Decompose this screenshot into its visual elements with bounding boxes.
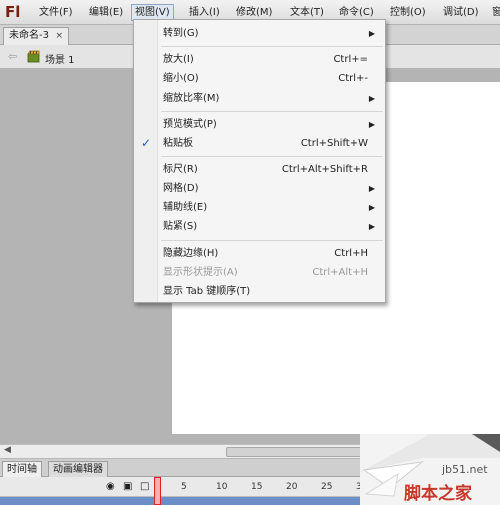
menu-item-label: 转到(G) xyxy=(163,28,199,39)
menu-item-shortcut: Ctrl+- xyxy=(338,73,368,84)
menu-file[interactable]: 文件(F) xyxy=(36,4,76,21)
menu-item-guides[interactable]: 辅助线(E) ▶ xyxy=(134,198,385,217)
submenu-arrow-icon: ▶ xyxy=(368,184,375,193)
menu-item-label: 显示 Tab 键顺序(T) xyxy=(163,286,251,297)
submenu-arrow-icon: ▶ xyxy=(368,29,375,38)
app-logo: Fl xyxy=(5,3,21,21)
menu-item-grid[interactable]: 网格(D) ▶ xyxy=(134,179,385,198)
menu-item-shortcut: Ctrl+= xyxy=(333,54,368,65)
document-tab[interactable]: 未命名-3 × xyxy=(3,27,69,45)
menu-item-pasteboard[interactable]: ✓ 粘贴板 Ctrl+Shift+W xyxy=(134,134,385,153)
menu-item-label: 显示形状提示(A) xyxy=(163,267,238,278)
menu-item-label: 缩放比率(M) xyxy=(163,93,220,104)
menu-item-rulers[interactable]: 标尺(R) Ctrl+Alt+Shift+R xyxy=(134,160,385,179)
menu-item-preview-mode[interactable]: 预览模式(P) ▶ xyxy=(134,115,385,134)
watermark-name: 脚本之家 xyxy=(404,484,472,504)
menu-item-label: 贴紧(S) xyxy=(163,221,198,232)
frame-number: 25 xyxy=(321,482,333,492)
menu-item-shortcut: Ctrl+Alt+H xyxy=(312,267,368,278)
scene-icon xyxy=(27,50,40,63)
menu-item-show-tab-order[interactable]: 显示 Tab 键顺序(T) xyxy=(134,282,385,301)
back-arrow-icon[interactable]: ⇦ xyxy=(8,50,17,63)
menu-item-label: 辅助线(E) xyxy=(163,202,208,213)
playhead[interactable] xyxy=(154,477,161,505)
menu-item-label: 网格(D) xyxy=(163,183,199,194)
watermark: jb51.net 脚本之家 xyxy=(360,434,500,505)
menu-item-zoom-out[interactable]: 缩小(O) Ctrl+- xyxy=(134,69,385,88)
menu-item-show-shape-hints: 显示形状提示(A) Ctrl+Alt+H xyxy=(134,263,385,282)
menu-item-shortcut: Ctrl+Shift+W xyxy=(300,138,368,149)
outline-icon[interactable]: □ xyxy=(140,481,149,492)
menu-item-shortcut: Ctrl+H xyxy=(334,248,368,259)
frame-number: 15 xyxy=(251,482,263,492)
check-icon: ✓ xyxy=(141,136,152,150)
frame-number: 10 xyxy=(216,482,228,492)
submenu-arrow-icon: ▶ xyxy=(368,203,375,212)
menu-item-goto[interactable]: 转到(G) ▶ xyxy=(134,24,385,43)
menu-item-magnification[interactable]: 缩放比率(M) ▶ xyxy=(134,89,385,108)
scroll-left-icon[interactable]: ◀ xyxy=(4,445,11,455)
menu-item-shortcut: Ctrl+Alt+Shift+R xyxy=(281,164,368,175)
menu-item-hide-edges[interactable]: 隐藏边缘(H) Ctrl+H xyxy=(134,244,385,263)
view-menu-dropdown: 转到(G) ▶ 放大(I) Ctrl+= 缩小(O) Ctrl+- 缩放比率(M… xyxy=(133,19,386,303)
eye-icon[interactable]: ◉ xyxy=(106,481,115,492)
menu-item-label: 隐藏边缘(H) xyxy=(163,248,219,259)
menu-item-label: 标尺(R) xyxy=(163,164,198,175)
menu-separator xyxy=(161,240,383,241)
menu-item-label: 预览模式(P) xyxy=(163,119,217,130)
watermark-url: jb51.net xyxy=(442,463,488,476)
close-icon[interactable]: × xyxy=(55,28,63,44)
submenu-arrow-icon: ▶ xyxy=(368,222,375,231)
submenu-arrow-icon: ▶ xyxy=(368,120,375,129)
menu-edit[interactable]: 编辑(E) xyxy=(86,4,126,21)
menu-item-label: 粘贴板 xyxy=(163,138,193,149)
document-tab-title: 未命名-3 xyxy=(9,30,49,41)
menu-separator xyxy=(161,111,383,112)
menu-debug[interactable]: 调试(D) xyxy=(440,4,482,21)
frame-number: 20 xyxy=(286,482,298,492)
menu-separator xyxy=(161,156,383,157)
menu-item-zoom-in[interactable]: 放大(I) Ctrl+= xyxy=(134,50,385,69)
frame-number: 5 xyxy=(181,482,187,492)
menu-separator xyxy=(161,46,383,47)
scene-label[interactable]: 场景 1 xyxy=(45,51,75,66)
menu-window[interactable]: 窗 xyxy=(489,4,500,21)
lock-icon[interactable]: ▣ xyxy=(123,481,132,492)
menu-item-label: 放大(I) xyxy=(163,54,194,65)
submenu-arrow-icon: ▶ xyxy=(368,94,375,103)
tab-timeline[interactable]: 时间轴 xyxy=(2,461,42,477)
tab-motion-editor[interactable]: 动画编辑器 xyxy=(48,461,108,477)
menu-control[interactable]: 控制(O) xyxy=(387,4,429,21)
menu-item-label: 缩小(O) xyxy=(163,73,199,84)
menu-item-snapping[interactable]: 贴紧(S) ▶ xyxy=(134,217,385,236)
